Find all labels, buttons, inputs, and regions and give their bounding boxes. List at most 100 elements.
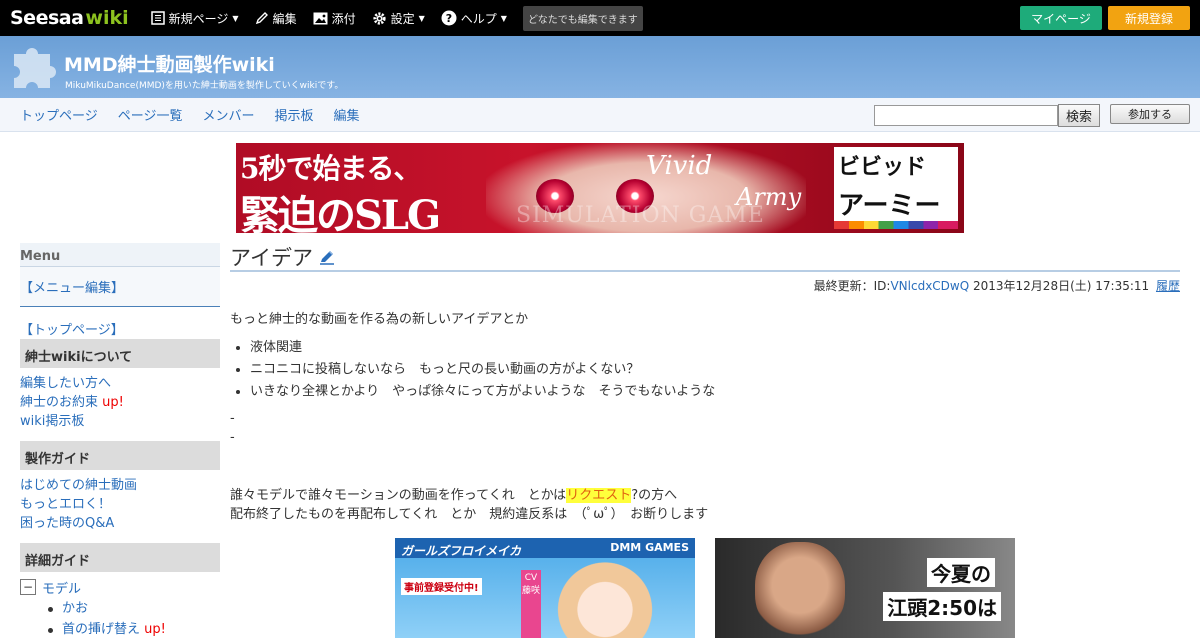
site-subtitle: MikuMikuDance(MMD)を用いた紳士動画を製作していくwikiです。 (65, 81, 344, 91)
list-item: 液体関連 (250, 337, 1180, 359)
dash-lines: - - (230, 409, 1180, 447)
nav-bbs[interactable]: 掲示板 (275, 105, 314, 124)
gear-icon (373, 11, 386, 25)
ad-headline-1: 今夏の (927, 558, 995, 587)
settings-label: 設定 (390, 11, 415, 26)
edit-pencil-icon[interactable] (319, 249, 335, 265)
ad-cv-tag: CV 藤咲 (521, 570, 541, 638)
sidebar-menu-edit-box: 【メニュー編集】 (20, 267, 220, 307)
help-menu[interactable]: ? ヘルプ ▼ (441, 10, 507, 27)
tree-node-model: − モデル (20, 576, 220, 598)
page-list-icon (150, 11, 165, 25)
sidebar-menu-title: Menu (20, 243, 220, 267)
logo-seesaa-text: Seesaa (10, 7, 84, 29)
ad-game-title: ガールズフロイメイカ (401, 544, 522, 558)
sidebar-links-guide: はじめての紳士動画 もっとエロく！ 困った時のQ&A (20, 470, 220, 541)
sidebar-link-more[interactable]: もっとエロく！ (20, 497, 111, 512)
idea-list: 液体関連 ニコニコに投稿しないなら もっと尺の長い動画の方がよくない？ いきなり… (250, 337, 1180, 403)
edit-icon (255, 12, 268, 25)
video-ad[interactable]: 今夏の 江頭2:50は (715, 538, 1015, 638)
dash-line: - (230, 411, 235, 426)
logo-wiki-text: wiki (85, 7, 129, 29)
chevron-down-icon: ▼ (232, 13, 239, 23)
sidebar-link-editors[interactable]: 編集したい方へ (20, 376, 111, 391)
search-button[interactable]: 検索 (1058, 104, 1100, 127)
edit-permission-note: どなたでも編集できます (522, 5, 643, 31)
main-content: アイデア 最終更新：ID:VNlcdxCDwQ 2013年12月28日(土) 1… (230, 243, 1180, 524)
menu-edit-link[interactable]: 【メニュー編集】 (20, 281, 124, 296)
mypage-button[interactable]: マイページ (1020, 6, 1102, 30)
register-button[interactable]: 新規登録 (1108, 6, 1190, 30)
settings-menu[interactable]: 設定 ▼ (372, 10, 425, 27)
updated-time: 2013年12月28日(土) 17:35:11 (973, 279, 1150, 293)
ad-headline-2: 江頭2:50は (883, 592, 1001, 621)
account-buttons: マイページ 新規登録 (1020, 6, 1190, 30)
search-input[interactable] (874, 105, 1058, 126)
attach-menu[interactable]: 添付 (313, 10, 356, 27)
sidebar-heading-about: 紳士wikiについて (20, 339, 220, 368)
banner-sim-text: SIMULATION GAME (516, 203, 765, 228)
edit-menu[interactable]: 編集 (255, 10, 297, 27)
collapse-toggle-icon[interactable]: − (20, 579, 36, 595)
last-updated: 最終更新：ID:VNlcdxCDwQ 2013年12月28日(土) 17:35:… (230, 277, 1180, 294)
ad-preregister-badge: 事前登録受付中! (401, 578, 482, 595)
up-badge: up! (102, 395, 124, 410)
logo-bottom-text: アーミー (838, 191, 941, 221)
page-title: アイデア (230, 245, 313, 270)
tree-link-model[interactable]: モデル (42, 578, 81, 597)
nav-links: トップページ ページ一覧 メンバー 掲示板 編集 (20, 105, 380, 124)
request-post: ?の方へ (631, 488, 678, 503)
attach-label: 添付 (331, 11, 356, 26)
banner-ad[interactable]: 5秒で始まる、 緊迫のSLG SIMULATION GAME Vivid Arm… (236, 143, 964, 233)
ad-character-art (545, 560, 665, 638)
sidebar-link-qa[interactable]: 困った時のQ&A (20, 516, 114, 531)
help-icon: ? (441, 10, 457, 26)
sidebar-link-rules[interactable]: 紳士のお約束 (20, 395, 98, 410)
new-page-label: 新規ページ (168, 11, 229, 26)
nav-members[interactable]: メンバー (203, 105, 255, 124)
ad-brand: DMM GAMES (610, 541, 689, 554)
chevron-down-icon: ▼ (500, 13, 507, 23)
sidebar-link-first-video[interactable]: はじめての紳士動画 (20, 478, 137, 493)
sidebar-links-about: 編集したい方へ 紳士のお約束 up! wiki掲示板 (20, 368, 220, 439)
new-page-menu[interactable]: 新規ページ ▼ (150, 10, 239, 27)
page-title-bar: アイデア (230, 243, 1180, 272)
nav-edit[interactable]: 編集 (334, 105, 360, 124)
list-item: ニコニコに投稿しないなら もっと尺の長い動画の方がよくない？ (250, 359, 1180, 381)
edit-label: 編集 (272, 11, 297, 26)
game-ad[interactable]: ガールズフロイメイカ DMM GAMES 事前登録受付中! CV 藤咲 (395, 538, 695, 638)
vivid-army-logo: ビビッド アーミー (834, 147, 958, 229)
sidebar-link-bbs[interactable]: wiki掲示板 (20, 414, 84, 429)
request-link[interactable]: リクエスト (566, 488, 632, 503)
global-topbar: Seesaa wiki 新規ページ ▼ 編集 添付 設定 ▼ ? ヘルプ ▼ ど… (0, 0, 1200, 36)
banner-army-text: Army (736, 183, 802, 211)
seesaa-wiki-logo[interactable]: Seesaa wiki (10, 7, 129, 29)
request-pre: 誰々モデルで誰々モーションの動画を作ってくれ とかは (230, 488, 567, 503)
nav-top-page[interactable]: トップページ (20, 105, 98, 124)
nav-page-list[interactable]: ページ一覧 (118, 105, 183, 124)
sidebar: Menu 【メニュー編集】 【トップページ】 紳士wikiについて 編集したい方… (20, 243, 220, 640)
banner-headline-1: 5秒で始まる、 (240, 152, 421, 185)
join-button[interactable]: 参加する (1110, 104, 1190, 124)
history-label: 履歴 (1155, 279, 1180, 293)
sidebar-top-page-link[interactable]: 【トップページ】 (20, 319, 220, 338)
redistribution-line: 配布終了したものを再配布してくれ とか 規約違反系は （ﾟωﾟ） お断りします (230, 507, 709, 522)
updated-prefix: 最終更新：ID: (813, 279, 891, 293)
intro-text: もっと紳士的な動画を作る為の新しいアイデアとか (230, 312, 529, 327)
request-line: 誰々モデルで誰々モーションの動画を作ってくれ とかはリクエスト?の方へ (230, 486, 1180, 505)
site-nav: トップページ ページ一覧 メンバー 掲示板 編集 検索 参加する (0, 98, 1200, 132)
dash-line: - (230, 430, 235, 445)
history-link[interactable]: 履歴 (1156, 279, 1180, 293)
updater-id-link[interactable]: VNlcdxCDwQ (890, 279, 969, 293)
tree-link-face[interactable]: かお (62, 601, 88, 616)
site-title[interactable]: MMD紳士動画製作wiki (64, 50, 275, 77)
banner-vivid-text: Vivid (646, 151, 713, 181)
topbar-menu: 新規ページ ▼ 編集 添付 設定 ▼ ? ヘルプ ▼ どなたでも編集できます (150, 5, 643, 31)
sidebar-heading-detail: 詳細ガイド (20, 543, 220, 572)
request-notes: 誰々モデルで誰々モーションの動画を作ってくれ とかはリクエスト?の方へ 配布終了… (230, 486, 1180, 524)
sidebar-heading-guide: 製作ガイド (20, 441, 220, 470)
svg-text:?: ? (446, 12, 452, 25)
tree-children: かお 首の挿げ替え up! (48, 598, 220, 640)
ad-person-photo (755, 542, 845, 638)
search-form: 検索 (874, 104, 1100, 127)
